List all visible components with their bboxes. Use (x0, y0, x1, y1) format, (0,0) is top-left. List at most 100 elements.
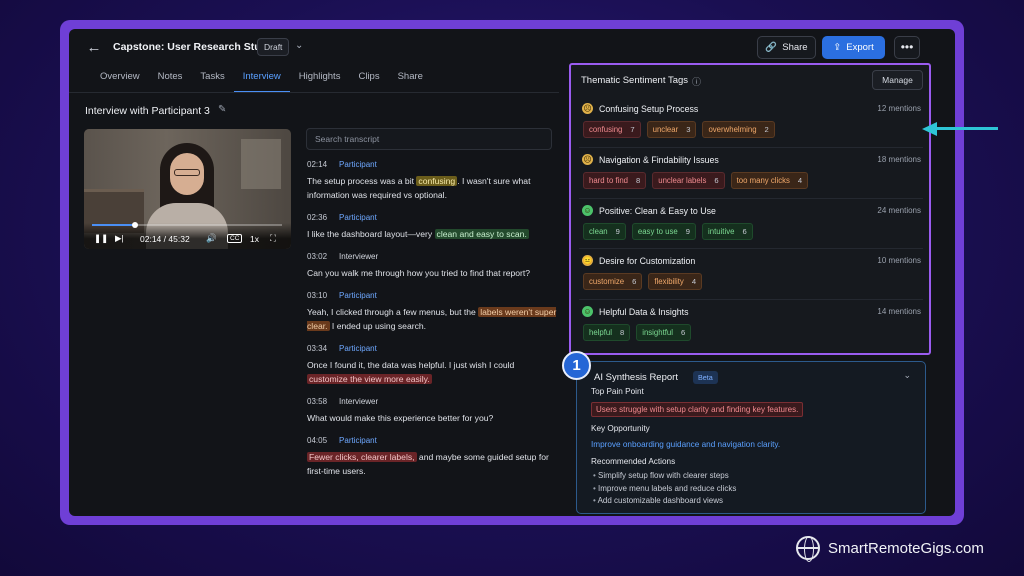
tag-chip[interactable]: hard to find 8 (583, 172, 647, 190)
more-options-button[interactable]: ••• (894, 36, 920, 59)
timestamp[interactable]: 03:34 (307, 344, 327, 358)
export-button[interactable]: ⇪ Export (822, 36, 885, 59)
volume-icon[interactable]: 🔊 (206, 233, 217, 244)
step-number-badge: 1 (562, 351, 591, 380)
video-progress-fill (92, 224, 135, 226)
tag-chip[interactable]: flexibility 4 (648, 273, 703, 291)
tag-chip[interactable]: intuitive 6 (702, 222, 753, 240)
transcript-text: Can you walk me through how you tried to… (307, 268, 531, 278)
brand-name: SmartRemoteGigs.com (828, 539, 984, 557)
tab-bar: Overview Notes Tasks Interview Highlight… (91, 71, 432, 93)
highlighted-phrase[interactable]: clean and easy to scan. (434, 229, 529, 239)
transcript-entry[interactable]: 03:02 Interviewer Can you walk me through … (307, 252, 557, 280)
timestamp[interactable]: 03:02 (307, 252, 327, 266)
transcript-entry[interactable]: 03:34 Participant Once I found it, the dat… (307, 344, 557, 386)
tab-highlights[interactable]: Highlights (290, 71, 350, 93)
transcript-entry[interactable]: 03:58 Interviewer What would make this exp… (307, 397, 557, 425)
transcript-entry[interactable]: 03:10 Participant Yeah, I clicked through … (307, 291, 557, 333)
tag-chip[interactable]: unclear 3 (646, 121, 697, 138)
timestamp[interactable]: 04:05 (307, 436, 327, 450)
tag-label: insightful (642, 327, 673, 337)
current-time: 02:14 (140, 234, 162, 244)
transcript-text: Fewer clicks, clearer labels, and maybe … (307, 452, 549, 476)
highlighted-phrase[interactable]: confusing (416, 176, 458, 186)
playback-speed[interactable]: 1x (250, 234, 259, 244)
tag-chip[interactable]: customize 6 (583, 273, 643, 291)
ai-report-title: AI Synthesis Report (594, 372, 678, 383)
happy-face-icon: ☺ (582, 305, 593, 317)
tab-clips[interactable]: Clips (349, 71, 388, 93)
captions-icon[interactable]: CC (227, 234, 243, 243)
theme-row[interactable]: ☺ Positive: Clean & Easy to Use 24 mention… (579, 197, 923, 248)
sentiment-panel-title: Thematic Sentiment Tags (581, 75, 689, 86)
highlighted-phrase[interactable]: customize the view more easily. (307, 374, 432, 384)
ai-synthesis-panel: AI Synthesis Report Beta ⌄ Top Pain Poin… (576, 361, 926, 514)
tag-label: hard to find (589, 176, 629, 186)
tag-chips: helpful 8 insightful 6 (583, 323, 692, 341)
top-bar: ← Capstone: User Research Study Draft ⌄ … (69, 29, 955, 67)
transcript-text: Yeah, I clicked through a few menus, but… (307, 307, 557, 331)
back-arrow-icon[interactable]: ← (85, 39, 103, 57)
speaker-label: Interviewer (339, 252, 379, 261)
skip-forward-icon[interactable]: ▶| (115, 233, 124, 244)
transcript-text: The setup process was a bit confusing. I… (307, 176, 531, 200)
transcript-entry[interactable]: 02:14 Participant The setup process was a … (307, 160, 557, 202)
action-item: Simplify setup flow with clearer steps (593, 470, 736, 483)
chevron-down-icon[interactable]: ⌄ (295, 40, 303, 51)
pause-icon[interactable]: ❚❚ (94, 233, 108, 244)
tag-chip[interactable]: clean 9 (583, 222, 626, 240)
tab-interview[interactable]: Interview (233, 71, 290, 93)
tag-chip[interactable]: insightful 6 (636, 323, 692, 341)
manage-button[interactable]: Manage (872, 70, 923, 90)
theme-row[interactable]: ☹ Navigation & Findability Issues 18 menti… (579, 147, 923, 197)
mention-count: 24 mentions (877, 205, 921, 215)
tab-share[interactable]: Share (389, 71, 432, 93)
tag-chip[interactable]: helpful 8 (583, 323, 631, 341)
timestamp[interactable]: 03:58 (307, 397, 327, 411)
tab-overview[interactable]: Overview (91, 71, 149, 93)
video-player[interactable]: ❚❚ ▶| 02:14 / 45:32 🔊 CC 1x ⛶ (84, 129, 291, 249)
opportunity-heading: Key Opportunity (591, 424, 650, 433)
tag-chip[interactable]: easy to use 9 (631, 222, 696, 240)
timestamp[interactable]: 02:14 (307, 160, 327, 174)
theme-row[interactable]: ☺ Helpful Data & Insights 14 mentions helpf… (579, 298, 923, 349)
tab-tasks[interactable]: Tasks (191, 71, 233, 93)
transcript-entry[interactable]: 04:05 Participant Fewer clicks, clearer la… (307, 436, 557, 478)
speaker-label: Participant (339, 213, 377, 222)
highlighted-phrase[interactable]: Fewer clicks, clearer labels, (307, 452, 417, 462)
timestamp[interactable]: 02:36 (307, 213, 327, 227)
duration: 45:32 (168, 234, 190, 244)
sentiment-tags-panel: Thematic Sentiment Tags ⓘ Manage ☹ Confus… (569, 63, 931, 355)
beta-badge: Beta (693, 371, 718, 384)
globe-icon (796, 536, 820, 562)
pencil-icon[interactable]: ✎ (218, 104, 226, 115)
speaker-label: Participant (339, 436, 377, 445)
speaker-label: Interviewer (339, 397, 379, 406)
tag-label: too many clicks (736, 176, 790, 186)
mention-count: 14 mentions (877, 306, 921, 316)
tag-chip[interactable]: too many clicks 4 (730, 172, 809, 190)
info-icon[interactable]: ⓘ (692, 75, 701, 88)
theme-row[interactable]: ☹ Confusing Setup Process 12 mentions confu… (579, 97, 923, 147)
timestamp[interactable]: 03:10 (307, 291, 327, 305)
transcript-text: I like the dashboard layout—very clean a… (307, 229, 529, 239)
transcript-search-input[interactable]: Search transcript (306, 128, 552, 150)
transcript-entry[interactable]: 02:36 Participant I like the dashboard lay… (307, 213, 557, 241)
transcript-list: 02:14 Participant The setup process was a … (307, 160, 557, 478)
tag-chip[interactable]: overwhelming 2 (702, 121, 775, 138)
export-button-label: Export (846, 42, 874, 53)
tab-notes[interactable]: Notes (149, 71, 192, 93)
tag-chip[interactable]: confusing 7 (583, 121, 641, 138)
video-scrubber-handle[interactable] (131, 222, 138, 228)
collapse-chevron-icon[interactable]: ⌄ (903, 370, 911, 381)
screenshot-frame: ← Capstone: User Research Study Draft ⌄ … (60, 20, 964, 525)
video-progress-bar[interactable] (92, 222, 282, 228)
tag-label: easy to use (637, 226, 678, 236)
link-icon: 🔗 (765, 42, 778, 53)
share-button[interactable]: 🔗 Share (757, 36, 816, 59)
tag-label: customize (589, 277, 625, 287)
tag-chip[interactable]: unclear labels 6 (652, 172, 725, 190)
fullscreen-icon[interactable]: ⛶ (270, 233, 276, 244)
transcript-text: What would make this experience better f… (307, 413, 494, 423)
theme-row[interactable]: 😐 Desire for Customization 10 mentions cust… (579, 248, 923, 298)
